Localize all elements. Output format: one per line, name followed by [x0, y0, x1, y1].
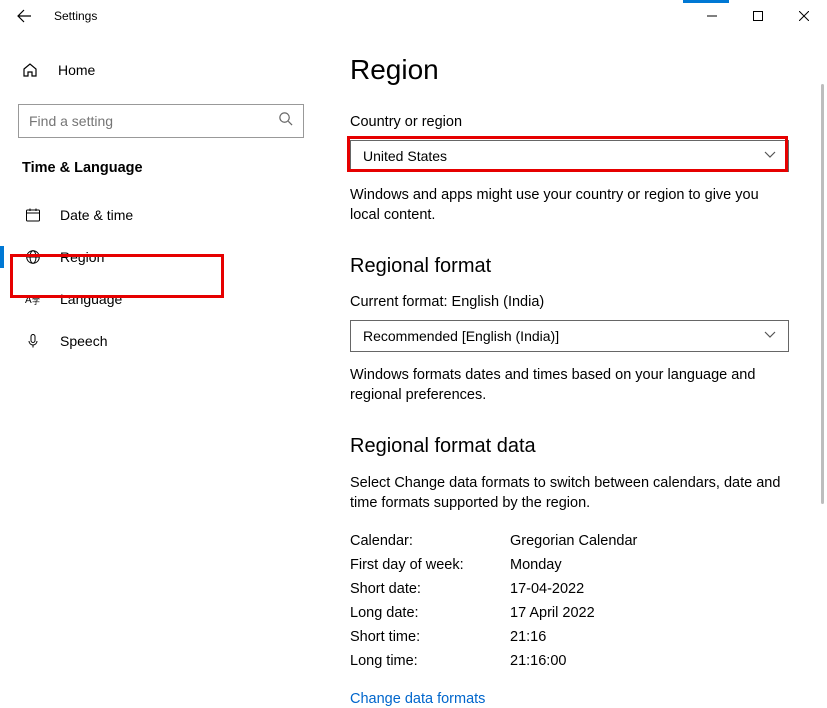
chevron-down-icon	[764, 330, 776, 342]
format-key: First day of week:	[350, 557, 510, 573]
sidebar-item-label: Date & time	[60, 207, 133, 223]
format-data-grid: Calendar: Gregorian Calendar First day o…	[350, 529, 791, 673]
microphone-icon	[24, 333, 42, 349]
minimize-icon	[707, 11, 717, 21]
sidebar-item-label: Language	[60, 291, 122, 307]
format-value: 17-04-2022	[510, 581, 584, 597]
format-value: Gregorian Calendar	[510, 533, 637, 549]
sidebar-item-date-time[interactable]: Date & time	[0, 194, 322, 236]
sidebar-item-language[interactable]: A字 Language	[0, 278, 322, 320]
format-value: 17 April 2022	[510, 605, 595, 621]
format-key: Short time:	[350, 629, 510, 645]
format-help-text: Windows formats dates and times based on…	[350, 366, 791, 405]
format-row-longtime: Long time: 21:16:00	[350, 649, 791, 673]
search-input-wrap[interactable]	[18, 104, 304, 138]
country-dropdown[interactable]: United States	[350, 140, 789, 172]
regional-format-data-heading: Regional format data	[350, 435, 791, 458]
format-key: Short date:	[350, 581, 510, 597]
format-key: Long date:	[350, 605, 510, 621]
sidebar: Home Time & Language Date & time Region	[0, 32, 322, 700]
sidebar-item-region[interactable]: Region	[0, 236, 322, 278]
format-value: 21:16:00	[510, 653, 566, 669]
arrow-left-icon	[16, 8, 32, 24]
format-row-longdate: Long date: 17 April 2022	[350, 601, 791, 625]
format-data-help-text: Select Change data formats to switch bet…	[350, 474, 791, 513]
main-content: Region Country or region United States W…	[322, 32, 827, 700]
country-dropdown-value: United States	[363, 148, 447, 164]
maximize-button[interactable]	[735, 0, 781, 32]
active-app-accent	[683, 0, 729, 3]
format-row-firstday: First day of week: Monday	[350, 553, 791, 577]
search-input[interactable]	[29, 113, 278, 129]
format-row-shortdate: Short date: 17-04-2022	[350, 577, 791, 601]
change-data-formats-link[interactable]: Change data formats	[350, 691, 485, 707]
country-help-text: Windows and apps might use your country …	[350, 186, 791, 225]
sidebar-item-label: Speech	[60, 333, 107, 349]
globe-icon	[24, 249, 42, 265]
home-icon	[22, 62, 42, 78]
regional-format-dropdown[interactable]: Recommended [English (India)]	[350, 320, 789, 352]
sidebar-section-title: Time & Language	[0, 160, 322, 194]
format-key: Calendar:	[350, 533, 510, 549]
format-key: Long time:	[350, 653, 510, 669]
window-title: Settings	[48, 9, 97, 23]
regional-format-heading: Regional format	[350, 255, 791, 278]
language-icon: A字	[24, 291, 42, 307]
home-label: Home	[58, 62, 95, 78]
regional-format-value: Recommended [English (India)]	[363, 328, 559, 344]
format-value: 21:16	[510, 629, 546, 645]
format-row-shorttime: Short time: 21:16	[350, 625, 791, 649]
titlebar: Settings	[0, 0, 827, 32]
page-title: Region	[350, 54, 791, 86]
sidebar-item-label: Region	[60, 249, 104, 265]
close-button[interactable]	[781, 0, 827, 32]
close-icon	[799, 11, 809, 21]
format-value: Monday	[510, 557, 562, 573]
chevron-down-icon	[764, 150, 776, 162]
minimize-button[interactable]	[689, 0, 735, 32]
current-format-label: Current format: English (India)	[350, 294, 791, 310]
sidebar-item-speech[interactable]: Speech	[0, 320, 322, 362]
svg-text:A: A	[25, 295, 32, 306]
search-icon	[278, 111, 293, 131]
maximize-icon	[753, 11, 763, 21]
back-button[interactable]	[0, 0, 48, 32]
country-label: Country or region	[350, 114, 791, 130]
home-nav-item[interactable]: Home	[0, 50, 322, 90]
sidebar-nav: Date & time Region A字 Language Speech	[0, 194, 322, 362]
format-row-calendar: Calendar: Gregorian Calendar	[350, 529, 791, 553]
svg-text:字: 字	[32, 296, 40, 306]
scrollbar-thumb[interactable]	[821, 84, 824, 504]
calendar-clock-icon	[24, 207, 42, 223]
